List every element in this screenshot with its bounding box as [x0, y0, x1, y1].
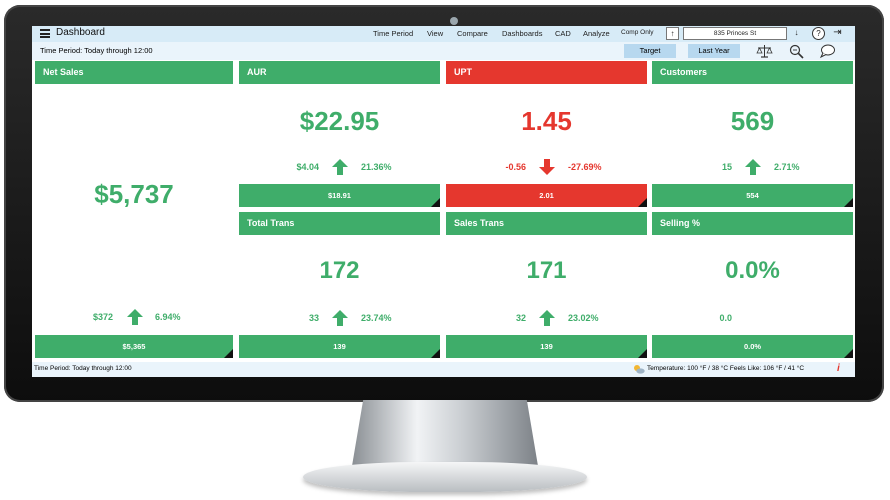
monitor-stand-base: [303, 462, 587, 492]
help-icon[interactable]: ?: [812, 27, 825, 40]
tile-value: 172: [319, 257, 360, 284]
webcam: [450, 17, 458, 25]
tile-customers[interactable]: Customers 569 15 2.71% 554: [652, 61, 853, 207]
tile-title: Customers: [652, 61, 853, 84]
corner-marker: [431, 198, 440, 207]
arrow-up-icon: [127, 309, 143, 325]
nav-dashboards[interactable]: Dashboards: [502, 29, 542, 38]
delta-value: 15: [721, 162, 732, 172]
status-bar: Time Period: Today through 12:00 Tempera…: [32, 362, 855, 377]
tile-footer: 554: [652, 184, 853, 207]
tile-sales-trans[interactable]: Sales Trans 171 32 23.02% 139: [446, 212, 647, 358]
tile-title: Sales Trans: [446, 212, 647, 235]
delta-percent: 6.94%: [155, 312, 181, 322]
nav-cad[interactable]: CAD: [555, 29, 571, 38]
chat-icon[interactable]: [819, 43, 836, 59]
delta-percent: 23.02%: [568, 313, 599, 323]
delta-percent: 23.74%: [361, 313, 392, 323]
target-button[interactable]: Target: [624, 44, 676, 58]
delta-percent: -27.69%: [568, 162, 602, 172]
corner-marker: [844, 198, 853, 207]
tile-value: 171: [526, 257, 567, 284]
arrow-up-icon: [332, 310, 348, 326]
tile-total-trans[interactable]: Total Trans 172 33 23.74% 139: [239, 212, 440, 358]
tile-selling-pct[interactable]: Selling % 0.0% 0.0 0.0%: [652, 212, 853, 358]
store-selector[interactable]: 835 Princes St: [683, 27, 787, 40]
arrow-up-icon[interactable]: ↑: [666, 27, 679, 40]
weather-readout: Temperature: 100 °F / 38 °C Feels Like: …: [647, 365, 805, 372]
tile-footer: 2.01: [446, 184, 647, 207]
tile-footer: 139: [446, 335, 647, 358]
delta-value: 32: [515, 313, 526, 323]
arrow-up-icon: [539, 310, 555, 326]
status-time-period: Time Period: Today through 12:00: [34, 365, 132, 372]
info-icon[interactable]: i: [837, 363, 840, 374]
tile-value: 0.0%: [725, 257, 780, 284]
time-period-label: Time Period: Today through 12:00: [40, 46, 153, 55]
app-title: Dashboard: [56, 27, 105, 38]
top-bar: Dashboard Time Period View Compare Dashb…: [32, 26, 855, 42]
delta-value: $372: [92, 312, 113, 322]
hamburger-menu-icon[interactable]: [40, 29, 50, 38]
delta-value: -0.56: [505, 162, 526, 172]
delta-value: $4.04: [296, 162, 319, 172]
balance-scale-icon[interactable]: [756, 43, 773, 59]
tile-title: UPT: [446, 61, 647, 84]
corner-marker: [638, 349, 647, 358]
delta-percent: 21.36%: [361, 162, 392, 172]
tile-value: 1.45: [521, 106, 572, 136]
arrow-down-icon[interactable]: ↓: [790, 27, 803, 40]
corner-marker: [844, 349, 853, 358]
tile-value: 569: [730, 106, 775, 136]
tile-footer: $5,365: [35, 335, 233, 358]
tile-footer: 139: [239, 335, 440, 358]
tile-value: $5,737: [94, 179, 174, 209]
nav-analyze[interactable]: Analyze: [583, 29, 610, 38]
delta-percent: 2.71%: [774, 162, 800, 172]
tile-title: Total Trans: [239, 212, 440, 235]
nav-view[interactable]: View: [427, 29, 443, 38]
monitor-stand-neck: [352, 400, 538, 466]
corner-marker: [224, 349, 233, 358]
corner-marker: [638, 198, 647, 207]
tile-title: AUR: [239, 61, 440, 84]
tile-net-sales[interactable]: Net Sales $5,737 $372 6.94% $5,365: [35, 61, 233, 358]
search-zoom-icon[interactable]: [788, 43, 805, 59]
dashboard-screen: Dashboard Time Period View Compare Dashb…: [32, 26, 855, 377]
delta-value: 0.0: [719, 313, 732, 323]
logout-icon[interactable]: ⇥: [831, 27, 844, 40]
nav-time-period[interactable]: Time Period: [373, 29, 413, 38]
weather-sun-cloud-icon: [634, 365, 645, 374]
tile-title: Selling %: [652, 212, 853, 235]
arrow-up-icon: [332, 159, 348, 175]
tile-value: $22.95: [299, 106, 380, 136]
tile-footer: 0.0%: [652, 335, 853, 358]
arrow-down-icon: [539, 159, 555, 175]
sub-bar: Time Period: Today through 12:00 Target …: [32, 42, 855, 60]
delta-value: 33: [308, 313, 319, 323]
tile-footer: $18.91: [239, 184, 440, 207]
tile-upt[interactable]: UPT 1.45 -0.56 -27.69% 2.01: [446, 61, 647, 207]
arrow-up-icon: [745, 159, 761, 175]
last-year-button[interactable]: Last Year: [688, 44, 740, 58]
tile-aur[interactable]: AUR $22.95 $4.04 21.36% $18.91: [239, 61, 440, 207]
nav-compare[interactable]: Compare: [457, 29, 488, 38]
comp-only-toggle[interactable]: Comp Only: [621, 29, 654, 36]
tile-title: Net Sales: [35, 61, 233, 84]
corner-marker: [431, 349, 440, 358]
